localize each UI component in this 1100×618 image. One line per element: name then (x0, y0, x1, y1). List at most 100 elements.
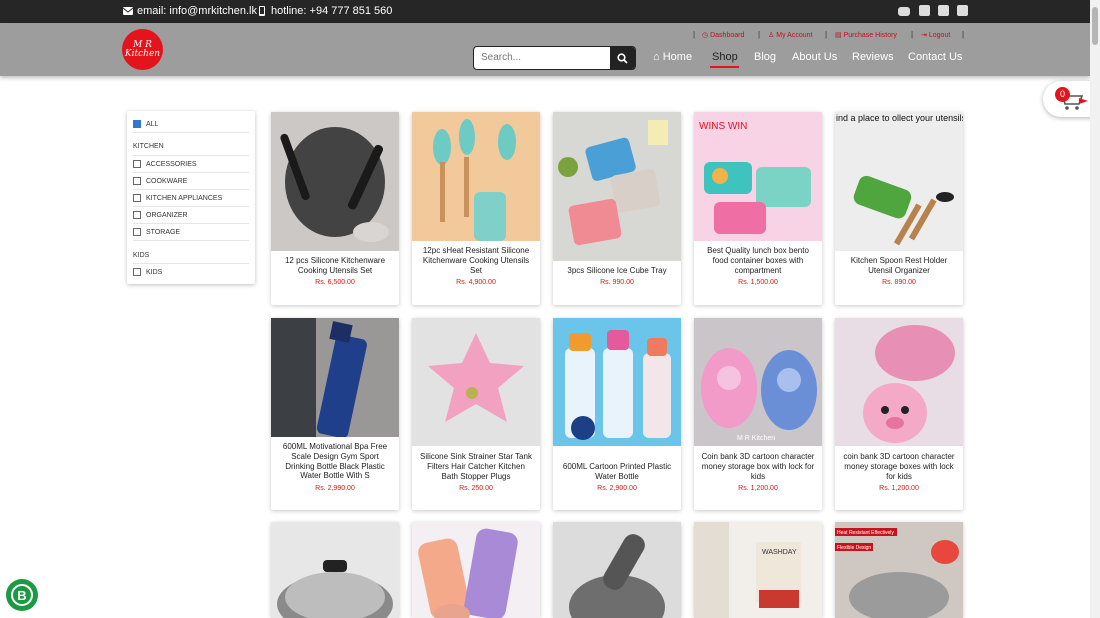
cart-count-badge: 0 (1055, 87, 1070, 102)
product-image[interactable] (412, 112, 540, 241)
linkedin-icon[interactable] (957, 5, 968, 16)
checkbox[interactable] (133, 194, 141, 202)
nav-blog[interactable]: Blog (754, 51, 776, 63)
product-title[interactable]: Coin bank 3D cartoon character money sto… (700, 452, 816, 481)
product-card[interactable]: 600ML Motivational Bpa Free Scale Design… (271, 318, 399, 510)
filter-accessories[interactable]: ACCESSORIES (133, 160, 197, 168)
product-card[interactable]: 12 pcs Silicone Kitchenware Cooking Uten… (271, 112, 399, 305)
filter-group-kids: KIDS (133, 252, 150, 259)
filter-kitchen-appliances[interactable]: KITCHEN APPLIANCES (133, 194, 222, 202)
product-price: Rs. 250.00 (459, 485, 493, 492)
link-separator: | (962, 30, 965, 39)
product-card[interactable]: 12pc sHeat Resistant Silicone Kitchenwar… (412, 112, 540, 305)
my-account-label: My Account (776, 31, 813, 39)
checkbox[interactable] (133, 268, 141, 276)
nav-shop[interactable]: Shop (712, 51, 738, 63)
filter-group-kitchen: KITCHEN (133, 143, 164, 150)
filter-all[interactable]: ALL (133, 120, 158, 128)
scrollbar-thumb[interactable] (1092, 7, 1098, 45)
filter-label: KITCHEN APPLIANCES (146, 194, 223, 202)
divider (133, 263, 249, 264)
product-card[interactable]: WASHDAY (694, 522, 822, 618)
checkbox[interactable] (133, 211, 141, 219)
product-image[interactable] (553, 112, 681, 261)
my-account-link[interactable]: ♙ My Account (768, 31, 813, 40)
product-image[interactable] (271, 112, 399, 251)
email-contact[interactable]: email: info@mrkitchen.lk (123, 5, 257, 17)
link-separator: | (911, 30, 914, 39)
product-card[interactable]: M R Kitchen Coin bank 3D cartoon charact… (694, 318, 822, 510)
product-title[interactable]: 3pcs Silicone Ice Cube Tray (559, 266, 675, 276)
checkbox-checked[interactable] (133, 120, 141, 128)
product-title[interactable]: 600ML Motivational Bpa Free Scale Design… (277, 442, 393, 481)
checkbox[interactable] (133, 160, 141, 168)
nav-reviews[interactable]: Reviews (852, 51, 894, 63)
search-input[interactable]: Search... (481, 52, 521, 63)
product-card[interactable]: 600ML Cartoon Printed Plastic Water Bott… (553, 318, 681, 510)
product-title[interactable]: Silicone Sink Strainer Star Tank Filters… (418, 452, 534, 481)
product-title[interactable]: coin bank 3D cartoon character money sto… (841, 452, 957, 481)
product-card[interactable] (412, 522, 540, 618)
product-image[interactable]: M R Kitchen (694, 318, 822, 446)
image-watermark: M R Kitchen (737, 435, 775, 442)
checkbox[interactable] (133, 177, 141, 185)
filter-cookware[interactable]: COOKWARE (133, 177, 187, 185)
product-image[interactable] (412, 522, 540, 618)
product-card[interactable]: Heat Resistant Effectively Flexible Desi… (835, 522, 963, 618)
nav-home[interactable]: ⌂ Home (653, 51, 692, 63)
product-card[interactable]: Silicone Sink Strainer Star Tank Filters… (412, 318, 540, 510)
product-image[interactable] (553, 522, 681, 618)
receipt-icon: ▤ (835, 32, 842, 39)
image-caption: WINS WIN (699, 121, 747, 132)
product-title[interactable]: Best Quality lunch box bento food contai… (700, 246, 816, 275)
product-image[interactable] (835, 318, 963, 446)
floating-b-button[interactable]: B (6, 579, 38, 611)
product-image[interactable]: Heat Resistant Effectively Flexible Desi… (835, 522, 963, 618)
link-separator: | (825, 30, 828, 39)
product-title[interactable]: 12pc sHeat Resistant Silicone Kitchenwar… (418, 246, 534, 275)
product-title[interactable]: 600ML Cartoon Printed Plastic Water Bott… (559, 462, 675, 482)
product-image[interactable] (271, 318, 399, 437)
product-image[interactable] (553, 318, 681, 446)
youtube-icon[interactable] (898, 7, 910, 16)
product-title[interactable]: Kitchen Spoon Rest Holder Utensil Organi… (841, 256, 957, 276)
purchase-history-label: Purchase History (843, 31, 897, 39)
site-logo[interactable]: M R Kitchen (122, 29, 163, 70)
image-caption: Flexible Design (837, 545, 871, 551)
product-card[interactable]: ind a place to ollect your utensils Kitc… (835, 112, 963, 305)
filter-kids[interactable]: KIDS (133, 268, 162, 276)
nav-home-label: Home (662, 51, 693, 63)
divider (133, 172, 249, 173)
checkbox[interactable] (133, 228, 141, 236)
filter-storage[interactable]: STORAGE (133, 228, 180, 236)
product-image[interactable]: WINS WIN (694, 112, 822, 241)
product-card[interactable] (553, 522, 681, 618)
link-separator: | (693, 30, 696, 39)
search-button[interactable] (610, 47, 635, 69)
product-price: Rs. 990.00 (600, 279, 634, 286)
product-price: Rs. 2,990.00 (315, 485, 355, 492)
dashboard-link[interactable]: ◷ Dashboard (702, 31, 744, 40)
logout-icon: ⇥ (921, 32, 927, 39)
product-image[interactable]: ind a place to ollect your utensils (835, 112, 963, 251)
logout-link[interactable]: ⇥ Logout (921, 31, 950, 40)
product-image[interactable] (271, 522, 399, 618)
dashboard-icon: ◷ (702, 32, 709, 39)
hotline-contact[interactable]: hotline: +94 777 851 560 (257, 5, 392, 17)
page-scrollbar[interactable] (1090, 0, 1100, 618)
purchase-history-link[interactable]: ▤ Purchase History (835, 31, 897, 40)
product-card[interactable]: WINS WIN Best Quality lunch box bento fo… (694, 112, 822, 305)
product-title[interactable]: 12 pcs Silicone Kitchenware Cooking Uten… (277, 256, 393, 276)
b-badge-icon: B (11, 584, 33, 606)
twitter-icon[interactable] (938, 5, 949, 16)
facebook-icon[interactable] (919, 5, 930, 16)
product-card[interactable]: coin bank 3D cartoon character money sto… (835, 318, 963, 510)
nav-about[interactable]: About Us (792, 51, 837, 63)
filter-organizer[interactable]: ORGANIZER (133, 211, 188, 219)
product-image[interactable] (412, 318, 540, 446)
product-card[interactable] (271, 522, 399, 618)
product-image[interactable]: WASHDAY (694, 522, 822, 618)
nav-contact[interactable]: Contact Us (908, 51, 962, 63)
product-price: Rs. 4,900.00 (456, 279, 496, 286)
product-card[interactable]: 3pcs Silicone Ice Cube Tray Rs. 990.00 (553, 112, 681, 305)
